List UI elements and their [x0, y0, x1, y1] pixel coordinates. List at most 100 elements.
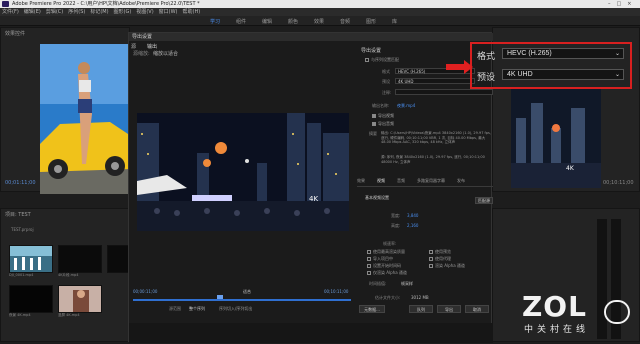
- workspace-tab-1[interactable]: 组件: [236, 18, 246, 25]
- workspace-tab-4[interactable]: 效果: [314, 18, 324, 25]
- panel-tab[interactable]: 效果控件: [5, 30, 25, 37]
- menu-item-1[interactable]: 编辑(E): [24, 9, 41, 15]
- width-value[interactable]: 3,840: [407, 213, 418, 218]
- menu-item-8[interactable]: 帮助(H): [183, 9, 201, 15]
- project-file: TEST.prproj: [11, 227, 34, 232]
- option-checkbox-5[interactable]: 使用代理: [429, 256, 451, 262]
- summary-label: 摘要: [369, 131, 377, 136]
- workspace-tab-3[interactable]: 颜色: [288, 18, 298, 25]
- red-arrowhead-icon: [464, 60, 473, 74]
- menu-item-6[interactable]: 视图(V): [136, 9, 153, 15]
- dialog-title: 导出设置: [129, 33, 493, 41]
- tabs-divider: [357, 186, 493, 187]
- menu-item-0[interactable]: 文件(F): [2, 9, 19, 15]
- menu-item-4[interactable]: 标记(M): [90, 9, 108, 15]
- concert-night-image: 4K: [137, 113, 349, 231]
- checkbox-checked-icon: [372, 122, 376, 126]
- height-value[interactable]: 2,160: [407, 223, 418, 228]
- source-tab[interactable]: 源: [131, 43, 136, 50]
- zol-logo: ZOL: [522, 290, 587, 323]
- thumb-image: [10, 246, 52, 272]
- workspace-tab-5[interactable]: 音频: [340, 18, 350, 25]
- fit-select[interactable]: 适合: [243, 289, 251, 295]
- project-title[interactable]: 项目: TEST: [5, 211, 31, 218]
- output-name-label: 输出名称:: [372, 103, 390, 108]
- checkbox-icon: [367, 250, 371, 254]
- program-preview: 4K: [511, 88, 601, 188]
- thumb-portrait-image: [59, 286, 101, 312]
- scrub-bar[interactable]: [133, 299, 351, 301]
- playhead-icon[interactable]: [217, 295, 223, 299]
- range-select[interactable]: 整个序列: [189, 306, 205, 312]
- match-sequence-label: 与序列设置匹配: [371, 57, 399, 62]
- program-4k-badge: 4K: [566, 165, 575, 172]
- checkbox-icon: [429, 257, 433, 261]
- settings-tab-1[interactable]: 视频: [377, 178, 385, 184]
- export-button[interactable]: 导出: [437, 305, 461, 313]
- preset-select-small[interactable]: 4K UHD: [395, 78, 475, 84]
- filesize-label: 估计文件大小:: [375, 295, 401, 300]
- project-item-0: DJI_0001.mp4: [9, 273, 34, 277]
- export-dialog: 导出设置 源 输出 源缩放: 缩放以适合 4K 00;00:11;00 适合 0…: [128, 32, 493, 343]
- start-time: 00;00:11;00: [133, 289, 158, 294]
- option-checkbox-0[interactable]: 使用最高渲染质量: [367, 249, 405, 255]
- audio-meter-left: [597, 219, 607, 339]
- title-bar: Adobe Premiere Pro 2022 - C:\用户\HP\文档\Ad…: [0, 0, 640, 8]
- workspace-tab-7[interactable]: 库: [392, 18, 397, 25]
- project-thumb-1[interactable]: [58, 245, 102, 273]
- effect-controls-panel: 效果控件 00;01:11;00: [0, 27, 131, 194]
- cancel-button[interactable]: 取消: [465, 305, 489, 313]
- menu-item-5[interactable]: 图形(G): [114, 9, 132, 15]
- project-thumb-4[interactable]: [58, 285, 102, 313]
- city-night-image: 4K: [511, 88, 601, 188]
- project-thumb-0[interactable]: [9, 245, 53, 273]
- workspace-tab-6[interactable]: 图形: [366, 18, 376, 25]
- format-preset-highlight: 格式 HEVC (H.265) ⌄ 预设 4K UHD ⌄: [470, 42, 632, 89]
- settings-tab-0[interactable]: 效果: [357, 178, 365, 184]
- window-title: Adobe Premiere Pro 2022 - C:\用户\HP\文档\Ad…: [12, 1, 200, 7]
- metadata-button[interactable]: 元数据...: [359, 305, 385, 313]
- preset-label: 预设: [477, 72, 496, 82]
- workspace-tab-2[interactable]: 编辑: [262, 18, 272, 25]
- format-label: 格式: [477, 51, 496, 61]
- option-checkbox-4[interactable]: 使用预览: [429, 249, 451, 255]
- export-audio-checkbox[interactable]: 导出音频: [372, 121, 394, 127]
- option-checkbox-2[interactable]: 设置开始时间码: [367, 263, 401, 269]
- settings-tab-3[interactable]: 多路复用器: [417, 178, 437, 184]
- format-select[interactable]: HEVC (H.265) ⌄: [502, 48, 624, 59]
- interpolation-select[interactable]: 帧采样: [401, 281, 413, 287]
- menu-item-3[interactable]: 序列(S): [68, 9, 85, 15]
- settings-tab-5[interactable]: 发布: [457, 178, 465, 184]
- filesize-value: 3012 MB: [411, 295, 429, 300]
- preview-4k-badge: 4K: [309, 195, 318, 203]
- option-checkbox-6[interactable]: 渲染 Alpha 通道: [429, 263, 465, 269]
- comment-field[interactable]: [395, 89, 493, 95]
- queue-button[interactable]: 队列: [409, 305, 433, 313]
- option-checkbox-1[interactable]: 导入项目中: [367, 256, 393, 262]
- export-video-checkbox[interactable]: 导出视频: [372, 113, 394, 119]
- project-thumb-3[interactable]: [9, 285, 53, 313]
- option-label: 使用代理: [435, 256, 451, 261]
- export-preview: 4K: [137, 113, 349, 231]
- source-scaling-select[interactable]: 缩放以适合: [153, 50, 178, 57]
- menu-item-2[interactable]: 剪辑(C): [46, 9, 63, 15]
- option-checkbox-3[interactable]: 仅渲染 Alpha 通道: [367, 270, 407, 276]
- summary-output: 输出: C:\Users\HP\Videos\夜景.mp4 3840x2160 …: [381, 131, 491, 144]
- dialog-footer: [129, 323, 493, 343]
- match-source-button[interactable]: 匹配源: [475, 197, 493, 204]
- checkbox-icon: [429, 264, 433, 268]
- window-controls[interactable]: –□×: [608, 1, 638, 7]
- preset-label-small: 预设: [382, 79, 390, 84]
- checkbox-icon: [367, 264, 371, 268]
- workspace-tab-0[interactable]: 学习: [210, 18, 220, 25]
- settings-tab-4[interactable]: 字幕: [437, 178, 445, 184]
- settings-tab-2[interactable]: 音频: [397, 178, 405, 184]
- menu-item-7[interactable]: 窗口(W): [159, 9, 178, 15]
- output-tab[interactable]: 输出: [147, 43, 157, 50]
- output-name-link[interactable]: 夜景.mp4: [397, 103, 415, 109]
- preset-select[interactable]: 4K UHD ⌄: [502, 69, 624, 80]
- format-label-small: 格式: [382, 69, 390, 74]
- range-panel: 序列切入/序列切出: [219, 306, 253, 311]
- match-sequence-checkbox[interactable]: 与序列设置匹配: [365, 57, 399, 63]
- export-settings-header: 导出设置: [361, 48, 382, 54]
